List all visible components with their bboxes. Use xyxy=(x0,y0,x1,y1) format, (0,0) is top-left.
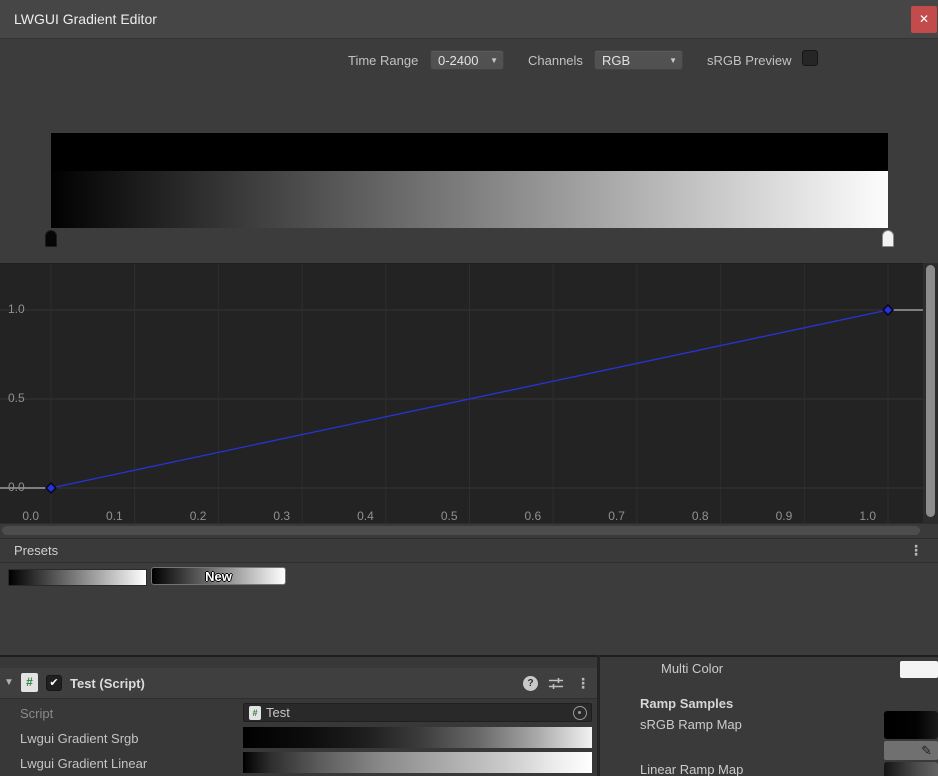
channels-dropdown[interactable]: RGB ▼ xyxy=(594,50,683,70)
channels-value: RGB xyxy=(602,53,630,68)
linear-ramp-texture-swatch[interactable] xyxy=(884,762,938,776)
curve-keyframe[interactable] xyxy=(883,305,893,315)
csharp-script-icon: # xyxy=(249,706,261,720)
component-enabled-checkbox[interactable]: ✔ xyxy=(46,675,62,691)
gradient-srgb-label: Lwgui Gradient Srgb xyxy=(20,731,139,746)
srgb-ramp-map-label: sRGB Ramp Map xyxy=(640,717,742,732)
preset-gradient-swatch[interactable] xyxy=(8,569,147,586)
presets-header-bar xyxy=(0,538,938,563)
window-title: LWGUI Gradient Editor xyxy=(14,0,157,38)
gradient-stop-right[interactable] xyxy=(882,230,894,247)
x-tick-label: 0.6 xyxy=(525,509,542,523)
x-tick-label: 0.2 xyxy=(190,509,207,523)
multi-color-label: Multi Color xyxy=(661,661,723,676)
pencil-icon: ✎ xyxy=(921,743,932,758)
gradient-linear-field[interactable] xyxy=(243,752,592,773)
horizontal-scrollbar[interactable] xyxy=(0,523,938,538)
srgb-preview-label: sRGB Preview xyxy=(707,50,792,71)
close-icon[interactable]: ✕ xyxy=(911,6,937,33)
x-tick-label: 0.7 xyxy=(608,509,625,523)
x-tick-label: 0.0 xyxy=(22,509,39,523)
foldout-triangle-icon[interactable]: ▼ xyxy=(4,677,14,688)
time-range-value: 0-2400 xyxy=(438,53,478,68)
x-tick-label: 1.0 xyxy=(859,509,876,523)
srgb-preview-checkbox[interactable] xyxy=(802,50,818,66)
script-field-value: Test xyxy=(266,704,290,721)
presets-kebab-icon[interactable]: ⋮ xyxy=(909,543,923,557)
title-bar[interactable]: LWGUI Gradient Editor ✕ xyxy=(0,0,938,39)
inspector-panel: ▼ # ✔ Test (Script) ? ⋮ Script # Test Lw… xyxy=(0,657,597,776)
new-preset-label: New xyxy=(205,569,232,584)
gradient-stop-left[interactable] xyxy=(45,230,57,247)
lwgui-gradient-editor-window: LWGUI Gradient Editor ✕ Time Range 0-240… xyxy=(0,0,938,776)
object-picker-icon[interactable] xyxy=(573,706,587,720)
edit-ramp-button[interactable]: ✎ xyxy=(884,741,938,760)
y-tick-label: 1.0 xyxy=(8,302,25,316)
x-tick-label: 0.1 xyxy=(106,509,123,523)
presets-sliders-icon[interactable] xyxy=(548,676,564,691)
y-tick-label: 0.5 xyxy=(8,391,25,405)
help-icon[interactable]: ? xyxy=(523,676,538,691)
gradient-preview-top-bar[interactable] xyxy=(51,133,888,171)
x-tick-label: 0.9 xyxy=(776,509,793,523)
gradient-preview-bar[interactable] xyxy=(51,171,888,228)
vertical-scrollbar[interactable] xyxy=(923,263,938,523)
x-tick-label: 0.8 xyxy=(692,509,709,523)
x-tick-label: 0.3 xyxy=(273,509,290,523)
csharp-script-icon: # xyxy=(21,673,38,692)
horizontal-scrollbar-thumb[interactable] xyxy=(2,526,920,535)
chevron-down-icon: ▼ xyxy=(669,51,677,71)
curve-keyframe[interactable] xyxy=(46,483,56,493)
presets-title: Presets xyxy=(14,538,58,563)
gradient-srgb-field[interactable] xyxy=(243,727,592,748)
script-row-label: Script xyxy=(20,706,53,721)
time-range-label: Time Range xyxy=(348,50,418,71)
curve-editor[interactable]: 1.0 0.5 0.0 0.0 0.1 0.2 0.3 0.4 0.5 0.6 0.7 0.8 0.9… xyxy=(0,263,938,523)
script-object-field[interactable]: # Test xyxy=(243,703,592,722)
y-tick-label: 0.0 xyxy=(8,480,25,494)
curve-plot xyxy=(0,264,938,524)
time-range-dropdown[interactable]: 0-2400 ▼ xyxy=(430,50,504,70)
x-tick-label: 0.4 xyxy=(357,509,374,523)
component-kebab-icon[interactable]: ⋮ xyxy=(576,676,590,690)
chevron-down-icon: ▼ xyxy=(490,51,498,71)
vertical-scrollbar-thumb[interactable] xyxy=(926,265,935,517)
ramp-samples-header: Ramp Samples xyxy=(640,696,733,711)
multi-color-swatch[interactable] xyxy=(900,661,938,678)
linear-ramp-map-label: Linear Ramp Map xyxy=(640,762,743,776)
new-preset-button[interactable]: New xyxy=(151,567,286,585)
channels-label: Channels xyxy=(528,50,583,71)
component-header[interactable]: ▼ # ✔ Test (Script) ? ⋮ xyxy=(0,668,597,699)
material-panel: Multi Color Ramp Samples sRGB Ramp Map ✎… xyxy=(600,657,938,776)
component-title: Test (Script) xyxy=(70,676,145,691)
srgb-ramp-texture-swatch[interactable] xyxy=(884,711,938,739)
x-tick-label: 0.5 xyxy=(441,509,458,523)
gradient-linear-label: Lwgui Gradient Linear xyxy=(20,756,147,771)
